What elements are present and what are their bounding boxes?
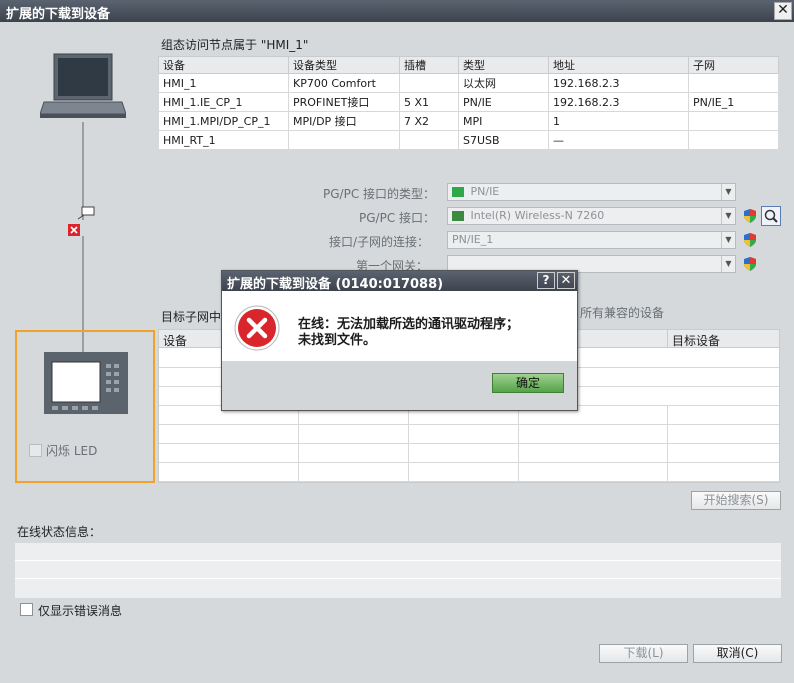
- cell: MPI: [458, 111, 549, 131]
- table-row[interactable]: HMI_1.MPI/DP_CP_1 MPI/DP 接口 7 X2 MPI 1: [158, 111, 779, 131]
- cell: 192.168.2.3: [548, 73, 689, 93]
- cell: —: [548, 130, 689, 150]
- shield-icon[interactable]: [742, 256, 758, 272]
- status-row: [15, 561, 781, 579]
- flash-led-checkbox[interactable]: [29, 444, 42, 457]
- nodes-header-row: 设备 设备类型 插槽 类型 地址 子网: [158, 56, 779, 74]
- col-device-type[interactable]: 设备类型: [288, 56, 400, 74]
- cell: 5 X1: [399, 92, 459, 112]
- only-errors-label: 仅显示错误消息: [38, 604, 123, 618]
- cell: [399, 73, 459, 93]
- dialog-close-button[interactable]: ✕: [557, 272, 575, 289]
- dialog-message-area: 在线：无法加载所选的通讯驱动程序； 未找到文件。: [222, 291, 577, 361]
- chevron-down-icon[interactable]: ▼: [721, 232, 735, 248]
- chevron-down-icon[interactable]: ▼: [721, 256, 735, 272]
- cell: 以太网: [458, 73, 549, 93]
- dialog-title-bar: 扩展的下载到设备 (0140:017088) ? ✕: [222, 271, 577, 292]
- status-row: [15, 543, 781, 561]
- target-col-line-3: [518, 406, 519, 482]
- download-window: 扩展的下载到设备 ✕ 闪烁 LED 组态访问节点属于 "HMI_1" 设备 设备…: [0, 0, 794, 683]
- chevron-down-icon[interactable]: ▼: [721, 184, 735, 200]
- start-search-button[interactable]: 开始搜索(S): [691, 491, 781, 510]
- cell: MPI/DP 接口: [288, 111, 400, 131]
- cell: PN/IE_1: [688, 92, 779, 112]
- cell: HMI_RT_1: [158, 130, 289, 150]
- table-row[interactable]: HMI_1 KP700 Comfort 以太网 192.168.2.3: [158, 73, 779, 93]
- cancel-button[interactable]: 取消(C): [693, 644, 782, 663]
- cell: [288, 130, 400, 150]
- ethernet-icon: [452, 187, 464, 197]
- target-caption: 目标子网中: [161, 310, 222, 324]
- cell: 1: [548, 111, 689, 131]
- target-col-line-1: [298, 406, 299, 482]
- cell: HMI_1.IE_CP_1: [158, 92, 289, 112]
- only-errors-checkbox[interactable]: [20, 603, 33, 616]
- cell: 192.168.2.3: [548, 92, 689, 112]
- col-slot[interactable]: 插槽: [399, 56, 459, 74]
- pgpc-iface-value: Intel(R) Wireless-N 7260: [470, 209, 605, 222]
- col-device[interactable]: 设备: [158, 56, 289, 74]
- col-type[interactable]: 类型: [458, 56, 549, 74]
- title-bar: 扩展的下载到设备 ✕: [0, 0, 794, 22]
- status-caption: 在线状态信息：: [17, 525, 102, 539]
- search-icon: [764, 209, 778, 223]
- col-address[interactable]: 地址: [548, 56, 689, 74]
- subnet-conn-select[interactable]: PN/IE_1 ▼: [447, 231, 736, 249]
- network-card-icon: [452, 211, 464, 221]
- dialog-message: 在线：无法加载所选的通讯驱动程序； 未找到文件。: [298, 317, 519, 349]
- target-device-panel: 闪烁 LED: [15, 330, 155, 483]
- cell: PROFINET接口: [288, 92, 400, 112]
- cell: [688, 130, 779, 150]
- col-subnet[interactable]: 子网: [688, 56, 779, 74]
- show-all-compatible-label: 所有兼容的设备: [580, 306, 665, 320]
- help-button[interactable]: ?: [537, 272, 555, 289]
- nodes-caption: 组态访问节点属于 "HMI_1": [161, 38, 309, 52]
- dialog-title: 扩展的下载到设备 (0140:017088): [227, 277, 444, 292]
- window-close-button[interactable]: ✕: [774, 2, 792, 20]
- cell: 7 X2: [399, 111, 459, 131]
- shield-icon[interactable]: [742, 208, 758, 224]
- cell: KP700 Comfort: [288, 73, 400, 93]
- cell: PN/IE: [458, 92, 549, 112]
- connection-error-icon: [68, 224, 80, 236]
- window-title: 扩展的下载到设备: [6, 7, 111, 22]
- cell: HMI_1.MPI/DP_CP_1: [158, 111, 289, 131]
- cell: [399, 130, 459, 150]
- cell: [688, 73, 779, 93]
- cell: [688, 111, 779, 131]
- nodes-table: 设备 设备类型 插槽 类型 地址 子网 HMI_1 KP700 Comfort …: [158, 56, 779, 150]
- pgpc-iface-label: PG/PC 接口：: [359, 211, 436, 225]
- load-button[interactable]: 下载(L): [599, 644, 688, 663]
- flash-led-label: 闪烁 LED: [46, 444, 98, 458]
- cell: HMI_1: [158, 73, 289, 93]
- status-list: [15, 543, 781, 598]
- shield-icon[interactable]: [742, 232, 758, 248]
- subnet-conn-label: 接口/子网的连接：: [329, 235, 430, 249]
- col-target-target[interactable]: 目标设备: [672, 332, 720, 349]
- pgpc-type-label: PG/PC 接口的类型：: [323, 187, 436, 201]
- table-row[interactable]: HMI_1.IE_CP_1 PROFINET接口 5 X1 PN/IE 192.…: [158, 92, 779, 112]
- table-row[interactable]: HMI_RT_1 S7USB —: [158, 130, 779, 150]
- pgpc-type-value: PN/IE: [470, 185, 500, 198]
- cell: S7USB: [458, 130, 549, 150]
- target-col-divider: [667, 330, 668, 348]
- col-target-device[interactable]: 设备: [163, 332, 187, 349]
- error-dialog: 扩展的下载到设备 (0140:017088) ? ✕ 在线：无法加载所选的通讯驱…: [221, 270, 578, 411]
- ok-button[interactable]: 确定: [492, 373, 564, 393]
- hmi-device-icon: [44, 352, 128, 414]
- network-switch-icon: [76, 206, 96, 220]
- error-icon: [234, 305, 280, 351]
- diagnostics-button[interactable]: [761, 206, 781, 226]
- dialog-message-line-1: 在线：无法加载所选的通讯驱动程序；: [298, 317, 520, 332]
- chevron-down-icon[interactable]: ▼: [721, 208, 735, 224]
- dialog-message-line-2: 未找到文件。: [298, 333, 377, 348]
- target-col-line-4: [667, 406, 668, 482]
- status-row: [15, 579, 781, 597]
- pg-laptop-icon: [39, 50, 127, 122]
- subnet-conn-value: PN/IE_1: [452, 233, 494, 246]
- pgpc-iface-select[interactable]: Intel(R) Wireless-N 7260 ▼: [447, 207, 736, 225]
- target-col-line-2: [408, 406, 409, 482]
- pgpc-type-select[interactable]: PN/IE ▼: [447, 183, 736, 201]
